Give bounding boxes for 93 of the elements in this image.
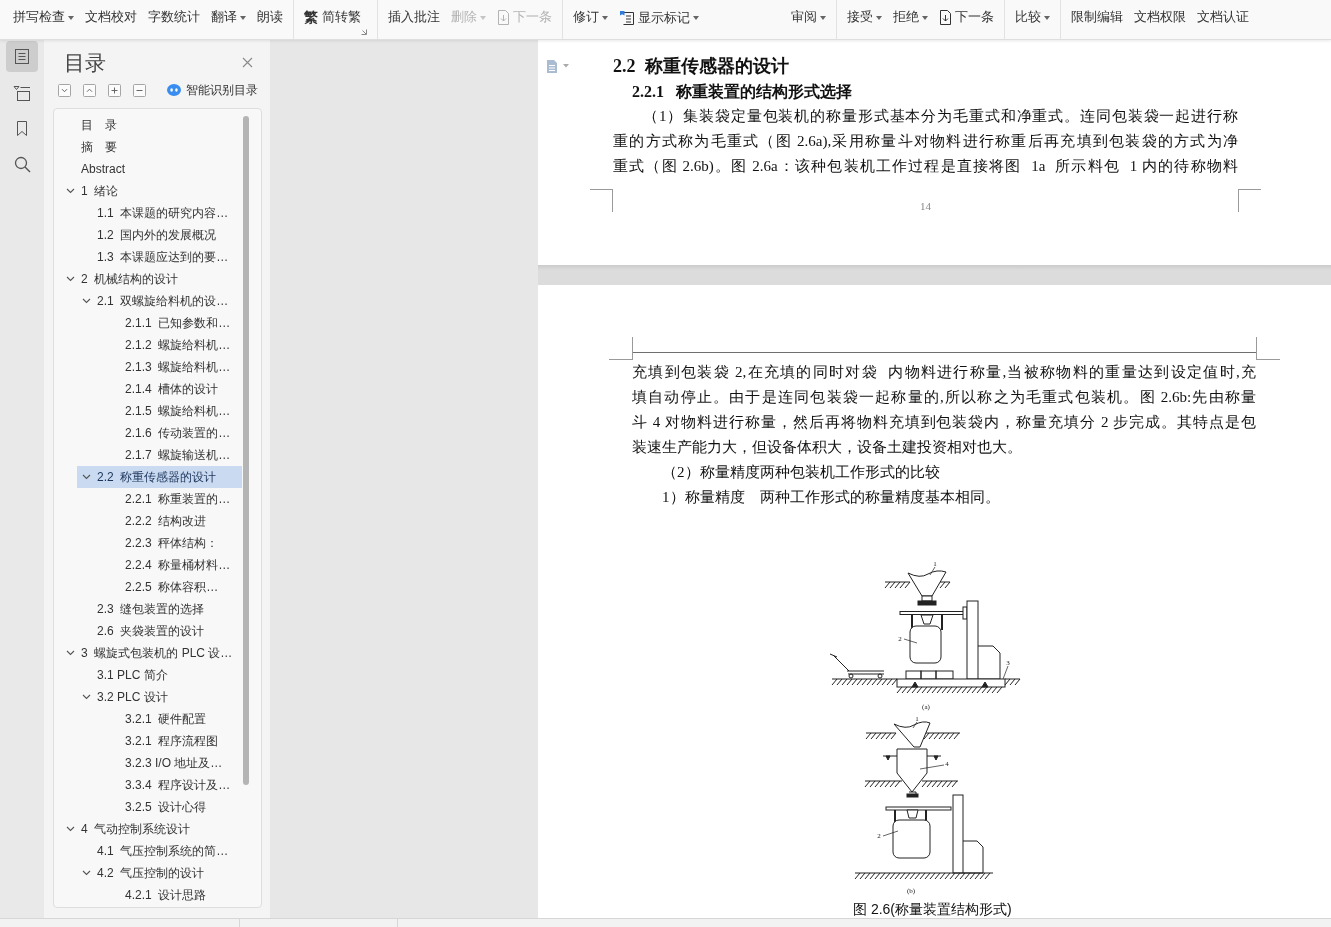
page-number: 14: [920, 200, 931, 212]
toolbar-button[interactable]: 拒绝: [893, 10, 928, 25]
outline-icon: [13, 84, 31, 101]
outline-item[interactable]: 3.2.5 设计心得: [105, 796, 242, 818]
toolbar-button[interactable]: 比较: [1015, 10, 1050, 25]
search-icon: [13, 156, 31, 173]
outline-item[interactable]: 2.3 缝包装置的选择: [77, 598, 242, 620]
toolbar-button[interactable]: 朗读: [257, 10, 283, 25]
minus-icon[interactable]: [133, 83, 146, 97]
outline-item[interactable]: 2.2.1 称重装置的…: [105, 488, 242, 510]
markup-icon: [619, 10, 635, 26]
outline-item[interactable]: 2.1.2 螺旋给料机…: [105, 334, 242, 356]
chevron-down-icon[interactable]: [82, 298, 91, 304]
toolbar-button[interactable]: 文档校对: [85, 10, 137, 25]
toolbar-button[interactable]: 翻译: [211, 10, 246, 25]
body-paragraph: （2）称量精度两种包装机工作形式的比较: [661, 463, 941, 482]
outline-item[interactable]: 3.1 PLC 简介: [77, 664, 242, 686]
pane-title: 目录: [63, 51, 106, 74]
outline-item[interactable]: 2.2 称重传感器的设计: [77, 466, 242, 488]
plus-icon[interactable]: [108, 83, 121, 97]
outline-item[interactable]: 2.1.7 螺旋输送机…: [105, 444, 242, 466]
corner-mark: [609, 337, 633, 360]
outline-item[interactable]: 1.2 国内外的发展概况: [77, 224, 242, 246]
outline-item[interactable]: 4.1 气压控制系统的简…: [77, 840, 242, 862]
chevron-down-icon[interactable]: [66, 650, 75, 656]
toolbar-button[interactable]: 显示标记: [619, 10, 699, 26]
toolbar-button[interactable]: 拼写检查: [13, 10, 74, 25]
toolbar-button[interactable]: 接受: [847, 10, 882, 25]
close-icon: [242, 57, 253, 68]
outline-item[interactable]: 目 录: [61, 114, 242, 136]
section-heading: 2.2 称重传感器的设计: [613, 55, 789, 78]
outline-item[interactable]: 1 绪论: [61, 180, 242, 202]
outline-item[interactable]: 2.1 双螺旋给料机的设…: [77, 290, 242, 312]
toolbar-button[interactable]: 审阅: [791, 10, 826, 25]
document-icon: [547, 59, 557, 73]
outline-item[interactable]: 1.3 本课题应达到的要…: [77, 246, 242, 268]
outline-item[interactable]: 1.1 本课题的研究内容…: [77, 202, 242, 224]
list-icon: [14, 48, 30, 65]
outline-item[interactable]: 3.2 PLC 设计: [77, 686, 242, 708]
chevron-down-icon[interactable]: [82, 474, 91, 480]
outline-item[interactable]: Abstract: [61, 158, 242, 180]
robot-icon: [167, 84, 181, 96]
body-paragraph: 1）称量精度 两种工作形式的称量精度基本相同。: [661, 488, 1001, 507]
outline-item[interactable]: 4.2.1 设计思路: [105, 884, 242, 906]
bookmark-icon: [16, 120, 28, 137]
smart-toc-button[interactable]: 智能识别目录: [167, 83, 258, 97]
outline-item[interactable]: 3.2.3 I/O 地址及…: [105, 752, 242, 774]
outline-item[interactable]: 2 机械结构的设计: [61, 268, 242, 290]
corner-mark: [1238, 189, 1261, 212]
toolbar-button[interactable]: 限制编辑: [1071, 10, 1123, 25]
body-paragraph: （1）集装袋定量包装机的称量形式基本分为毛重式和净重式。连同包装袋一起进行称 重的方式称为毛重式（图 2.6a),采用称量斗对物料进行称重后再充填到包装袋的方式为净 重式（图 2.6b)。图 2.6a：该种包装机工作过程是直接将图 1a 所示料包 1 内的待称物料: [613, 107, 1238, 176]
outline-item[interactable]: 2.1.4 槽体的设计: [105, 378, 242, 400]
corner-mark: [1256, 337, 1280, 360]
outline-item[interactable]: 2.2.2 结构改进: [105, 510, 242, 532]
outline-item[interactable]: 3.3.4 程序设计及…: [105, 774, 242, 796]
figure-caption: 图 2.6(称量装置结构形式): [853, 899, 1013, 918]
outline-item[interactable]: 4.2 气压控制的设计: [77, 862, 242, 884]
document-arrow-icon: [939, 10, 952, 25]
outline-item[interactable]: 2.1.1 已知参数和…: [105, 312, 242, 334]
outline-item[interactable]: 2.1.5 螺旋给料机…: [105, 400, 242, 422]
chevron-down-icon[interactable]: [66, 826, 75, 832]
subsection-heading: 2.2.1 称重装置的结构形式选择: [632, 82, 853, 102]
outline-item[interactable]: 3.2.1 硬件配置: [105, 708, 242, 730]
corner-mark: [590, 189, 613, 212]
document-arrow-icon: [497, 10, 510, 25]
outline-item[interactable]: 摘 要: [61, 136, 242, 158]
toolbar-button[interactable]: 修订: [573, 10, 608, 25]
scrollbar[interactable]: [243, 116, 249, 785]
close-button[interactable]: [242, 57, 253, 68]
toolbar-button[interactable]: 文档认证: [1197, 10, 1249, 25]
outline-item[interactable]: 4 气动控制系统设计: [61, 818, 242, 840]
toolbar-button[interactable]: 插入批注: [388, 10, 440, 25]
chevron-down-icon[interactable]: [66, 188, 75, 194]
outline-item[interactable]: 3.2.1 程序流程图: [105, 730, 242, 752]
outline-item[interactable]: 2.6 夹袋装置的设计: [77, 620, 242, 642]
expand-corner-icon[interactable]: [361, 29, 367, 35]
toolbar-button[interactable]: 文档权限: [1134, 10, 1186, 25]
body-paragraph: 充填到包装袋 2,在充填的同时对袋 内物料进行称量,当被称物料的重量达到设定值时,充 填自动停止。由于是连同包装袋一起称量的,所以称之为毛重式包装机。图 2.6b:先由称量 斗 4 对物料进行称量，然后再将物料充填到包装袋内，称量充填分 2 步完成。其特点是包 装速生产能力大，但设备体积大，设备土建投资相对也大。: [632, 363, 1256, 457]
toolbar-button[interactable]: 下一条: [939, 10, 994, 25]
outline-item[interactable]: 2.2.4 称量桶材料…: [105, 554, 242, 576]
outline-item[interactable]: 2.2.5 称体容积…: [105, 576, 242, 598]
outline-item[interactable]: 2.1.3 螺旋给料机…: [105, 356, 242, 378]
chevron-down-icon[interactable]: [82, 694, 91, 700]
outline-item[interactable]: 2.1.6 传动装置的…: [105, 422, 242, 444]
chevron-down-icon[interactable]: [66, 276, 75, 282]
glyph-icon: 繁: [304, 10, 318, 25]
outline-item[interactable]: 3 螺旋式包装机的 PLC 设…: [61, 642, 242, 664]
toolbar-button[interactable]: 繁 简转繁: [304, 10, 361, 25]
sidebar-tab[interactable]: [6, 41, 38, 72]
caret-icon: [563, 64, 569, 68]
toolbar-button[interactable]: 字数统计: [148, 10, 200, 25]
outline-item[interactable]: 2.2.3 秤体结构：: [105, 532, 242, 554]
chevron-down-icon[interactable]: [82, 870, 91, 876]
